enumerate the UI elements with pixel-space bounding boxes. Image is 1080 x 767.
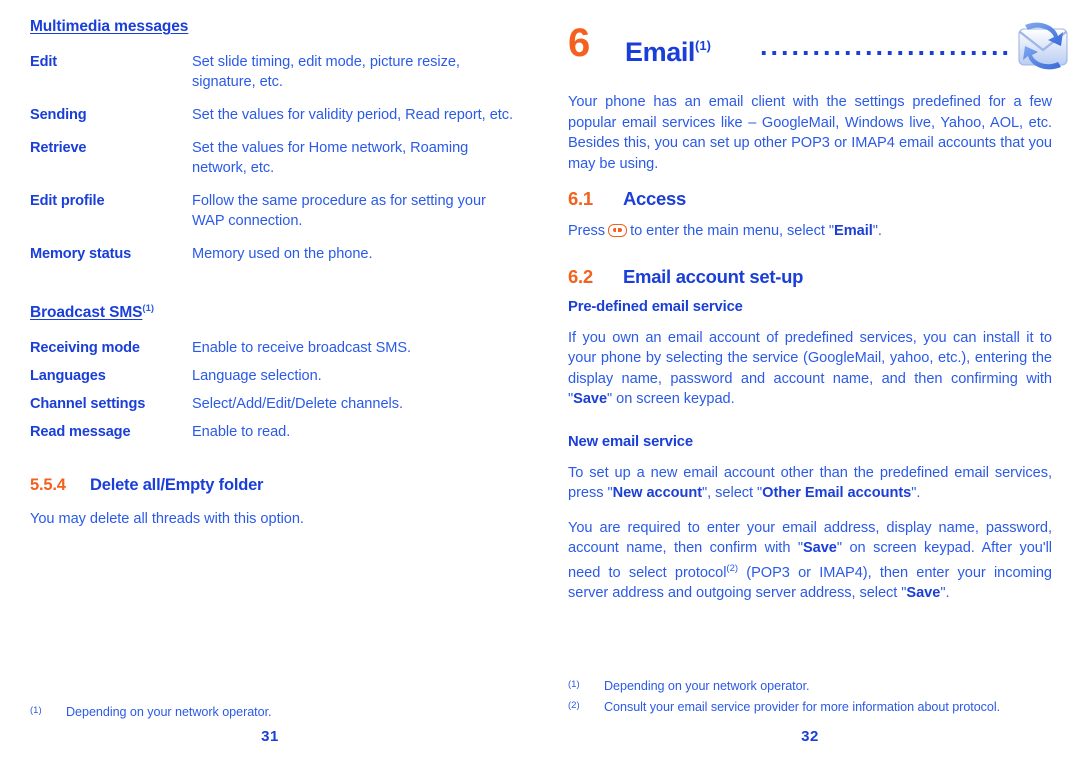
right-page: 6 Email(1) .............................… <box>540 0 1080 767</box>
row-description: Memory used on the phone. <box>192 246 373 262</box>
section-number: 6.2 <box>568 265 593 287</box>
row-description: Set the values for Home network, Roaming… <box>192 140 469 176</box>
subsection-title: Delete all/Empty folder <box>90 476 264 494</box>
table-row: Edit profile Follow the same procedure a… <box>30 191 514 244</box>
footnote-text: Depending on your network operator. <box>604 679 810 693</box>
predefined-email-service-heading: Pre-defined email service <box>568 298 743 315</box>
access-menu-name: Email <box>834 223 873 239</box>
footnote-item: (1) Depending on your network operator. <box>568 676 1058 695</box>
row-term: Languages <box>30 368 106 384</box>
row-term: Memory status <box>30 246 132 262</box>
footnote-marker: (1) <box>568 679 580 690</box>
row-description: Select/Add/Edit/Delete channels. <box>192 396 403 412</box>
row-term: Edit <box>30 54 57 70</box>
row-term: Receiving mode <box>30 340 140 356</box>
row-description: Set the values for validity period, Read… <box>192 107 514 123</box>
table-row: Edit Set slide timing, edit mode, pictur… <box>30 52 514 105</box>
right-page-footnotes: (1) Depending on your network operator. (… <box>568 676 1058 718</box>
new-account-label: New account <box>612 485 703 501</box>
email-sync-icon <box>1013 18 1073 74</box>
row-term: Edit profile <box>30 193 105 209</box>
section-title: Access <box>623 188 687 209</box>
footnote-text: Consult your email service provider for … <box>604 700 1001 714</box>
broadcast-sms-heading: Broadcast SMS <box>30 304 143 321</box>
table-row: Languages Language selection. <box>30 366 514 394</box>
right-page-number: 32 <box>801 728 819 745</box>
chapter-intro-paragraph: Your phone has an email client with the … <box>568 94 1052 172</box>
access-text-after-key: to enter the main menu, select " <box>630 223 835 239</box>
row-description: Set slide timing, edit mode, picture res… <box>192 54 460 90</box>
section-title: Email account set-up <box>623 265 804 287</box>
table-row: Channel settings Select/Add/Edit/Delete … <box>30 394 514 422</box>
chapter-header: 6 Email(1) .............................… <box>568 18 1068 74</box>
predefined-text-2: " on screen keypad. <box>607 391 735 407</box>
left-page: Multimedia messages Edit Set slide timin… <box>0 0 540 767</box>
access-instruction: Press to enter the main menu, select "Ema… <box>568 221 1052 242</box>
section-number: 6.1 <box>568 188 593 209</box>
table-row: Memory status Memory used on the phone. <box>30 244 514 277</box>
section-account-setup-heading: 6.2 Email account set-up <box>568 266 1052 288</box>
left-page-content: Multimedia messages Edit Set slide timin… <box>30 18 514 544</box>
ok-key-icon <box>608 224 628 237</box>
broadcast-sms-footnote-marker: (1) <box>142 303 155 314</box>
manual-page-spread: Multimedia messages Edit Set slide timin… <box>0 0 1080 767</box>
footnote-text: Depending on your network operator. <box>66 705 272 719</box>
new-service-save-label-2: Save <box>906 585 941 601</box>
access-text-end: ". <box>872 223 882 239</box>
predefined-email-service-paragraph: If you own an email account of predefine… <box>568 328 1052 410</box>
chapter-footnote-marker: (1) <box>695 38 711 53</box>
table-row: Receiving mode Enable to receive broadca… <box>30 338 514 366</box>
mms-settings-table: Edit Set slide timing, edit mode, pictur… <box>30 52 514 277</box>
row-description: Enable to receive broadcast SMS. <box>192 340 412 356</box>
left-page-number: 31 <box>261 728 279 745</box>
footnote-marker: (2) <box>568 700 580 711</box>
multimedia-messages-heading: Multimedia messages <box>30 18 189 35</box>
left-page-footnotes: (1) Depending on your network operator. <box>30 702 520 723</box>
row-description: Follow the same procedure as for setting… <box>192 193 486 229</box>
row-term: Read message <box>30 424 131 440</box>
footnote-marker: (1) <box>30 705 42 716</box>
footnote-item: (2) Consult your email service provider f… <box>568 697 1058 716</box>
broadcast-sms-heading-wrap: Broadcast SMS(1) <box>30 303 514 322</box>
section-access-heading: 6.1 Access <box>568 188 1052 210</box>
row-term: Sending <box>30 107 87 123</box>
chapter-dot-leaders: ........................................… <box>760 34 1013 58</box>
right-page-content: 6 Email(1) .............................… <box>568 18 1068 618</box>
other-email-accounts-label: Other Email accounts <box>762 485 912 501</box>
subsection-delete-all-body: You may delete all threads with this opt… <box>30 511 304 527</box>
access-text-before-key: Press <box>568 223 606 239</box>
table-row: Sending Set the values for validity peri… <box>30 105 514 138</box>
footnote-item: (1) Depending on your network operator. <box>30 702 520 721</box>
row-description: Enable to read. <box>192 424 291 440</box>
row-description: Language selection. <box>192 368 322 384</box>
chapter-number: 6 <box>568 21 590 65</box>
protocol-footnote-marker: (2) <box>726 562 739 574</box>
row-term: Retrieve <box>30 140 87 156</box>
chapter-title-wrap: Email(1) <box>625 30 711 68</box>
new-email-service-paragraph-1: To set up a new email account other than… <box>568 463 1052 504</box>
predefined-save-label: Save <box>573 391 608 407</box>
subsection-delete-all-heading: 5.5.4 Delete all/Empty folder <box>30 476 514 495</box>
new-email-service-paragraph-2: You are required to enter your email add… <box>568 518 1052 604</box>
new-service-save-label-1: Save <box>802 540 837 556</box>
row-term: Channel settings <box>30 396 146 412</box>
multimedia-messages-heading-wrap: Multimedia messages <box>30 18 514 36</box>
new-service-text-3: ". <box>911 485 921 501</box>
new-service-p2-text-4: ". <box>940 585 950 601</box>
table-row: Retrieve Set the values for Home network… <box>30 138 514 191</box>
chapter-title: Email <box>625 37 696 67</box>
new-service-text-2: ", select " <box>702 485 763 501</box>
broadcast-sms-table: Receiving mode Enable to receive broadca… <box>30 338 514 450</box>
table-row: Read message Enable to read. <box>30 422 514 450</box>
new-email-service-heading: New email service <box>568 433 693 450</box>
subsection-number: 5.5.4 <box>30 476 66 494</box>
